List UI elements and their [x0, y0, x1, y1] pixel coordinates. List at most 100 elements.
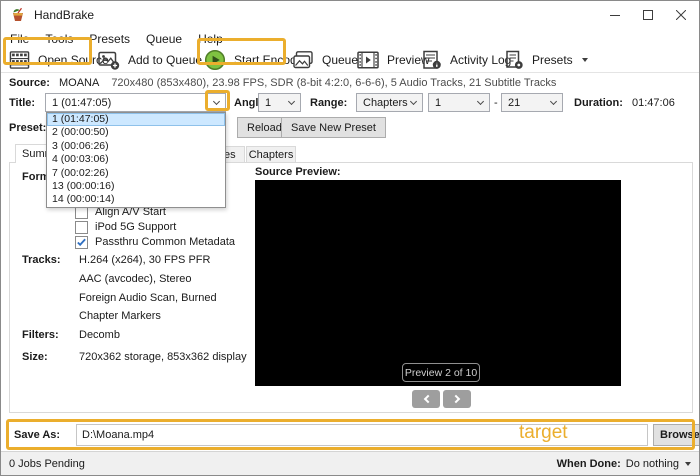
range-to-value: 21: [508, 96, 521, 109]
passthru-metadata-checkbox[interactable]: [75, 235, 88, 249]
chevron-down-icon: [212, 97, 221, 106]
chevron-down-icon: [581, 58, 588, 62]
preview-counter-label: Preview 2 of 10: [404, 366, 478, 379]
save-as-label: Save As:: [14, 429, 61, 441]
range-from-combobox[interactable]: 1: [428, 93, 490, 112]
close-button[interactable]: [664, 1, 697, 29]
save-new-preset-button[interactable]: Save New Preset: [281, 117, 386, 138]
title-dropdown-option[interactable]: 14 (00:00:14): [47, 193, 225, 206]
activity-log-button[interactable]: Activity Log: [422, 48, 511, 72]
when-done-label: When Done:: [556, 457, 621, 470]
range-separator: -: [494, 97, 498, 109]
statusbar: 0 Jobs Pending When Done: Do nothing: [1, 451, 699, 475]
range-to-combobox[interactable]: 21: [501, 93, 563, 112]
title-label: Title:: [9, 97, 36, 109]
track-line: H.264 (x264), 30 FPS PFR: [79, 254, 211, 266]
minimize-button[interactable]: [598, 1, 631, 29]
range-from-value: 1: [435, 96, 442, 109]
chevron-down-icon: [685, 461, 691, 466]
when-done-dropdown[interactable]: When Done: Do nothing: [557, 458, 691, 470]
filters-label: Filters:: [22, 329, 59, 341]
chevron-down-icon: [409, 97, 418, 106]
duration-value: 01:47:06: [632, 97, 675, 109]
checkbox-label: iPod 5G Support: [95, 221, 177, 233]
preview-button[interactable]: Preview: [357, 48, 430, 72]
title-dropdown-option[interactable]: 4 (00:03:06): [47, 153, 225, 166]
queue-button[interactable]: Queue: [292, 48, 358, 72]
film-frame-icon: [357, 51, 379, 69]
source-details: 720x480 (853x480), 23.98 FPS, SDR (8-bit…: [111, 76, 557, 89]
filters-value: Decomb: [79, 329, 120, 341]
title-dropdown-option[interactable]: 3 (00:06:26): [47, 140, 225, 153]
source-preview-label: Source Preview:: [255, 166, 341, 178]
title-dropdown-list: 1 (01:47:05) 2 (00:00:50) 3 (00:06:26) 4…: [46, 112, 226, 208]
when-done-value: Do nothing: [625, 457, 679, 470]
add-to-queue-button[interactable]: Add to Queue: [98, 48, 218, 72]
next-preview-button[interactable]: [443, 390, 471, 408]
source-info-row: Source: MOANA 720x480 (853x480), 23.98 F…: [9, 75, 695, 90]
toolbar: Open Source Add to Queue Start Encode Qu…: [1, 48, 699, 73]
chevron-left-icon: [423, 394, 432, 404]
source-preview-image: Preview 2 of 10: [255, 180, 621, 386]
handbrake-window: HandBrake File Tools Presets Queue Help: [0, 0, 700, 476]
checkbox-label: Passthru Common Metadata: [95, 236, 236, 248]
queue-label: Queue: [322, 53, 359, 67]
range-type-value: Chapters: [363, 96, 408, 109]
tab-chapters[interactable]: Chapters: [246, 146, 296, 163]
title-dropdown-option[interactable]: 1 (01:47:05): [47, 113, 225, 127]
preset-label: Preset:: [9, 122, 47, 134]
track-line: Foreign Audio Scan, Burned: [79, 292, 217, 304]
chevron-down-icon: [549, 97, 558, 106]
close-icon: [675, 10, 686, 20]
tracks-label: Tracks:: [22, 254, 61, 266]
source-name: MOANA: [58, 76, 100, 89]
add-to-queue-label: Add to Queue: [128, 53, 203, 67]
add-to-queue-icon: [98, 51, 120, 70]
title-dropdown-option[interactable]: 13 (00:00:16): [47, 180, 225, 193]
title-dropdown-option[interactable]: 7 (00:02:26): [47, 167, 225, 180]
menu-presets[interactable]: Presets: [81, 32, 138, 46]
checkbox-label: Align A/V Start: [95, 206, 166, 218]
track-line: Chapter Markers: [79, 310, 161, 322]
duration-label: Duration:: [574, 97, 623, 109]
checkbox-row-ipod-5g[interactable]: iPod 5G Support: [75, 220, 176, 234]
activity-log-label: Activity Log: [450, 53, 512, 67]
size-label: Size:: [22, 351, 48, 363]
play-circle-icon: [204, 49, 226, 71]
menu-tools[interactable]: Tools: [37, 32, 81, 46]
check-icon: [77, 238, 86, 246]
handbrake-logo-icon: [10, 7, 26, 23]
save-as-input[interactable]: [76, 424, 648, 446]
maximize-icon: [642, 10, 653, 20]
maximize-button[interactable]: [631, 1, 664, 29]
title-combobox-value: 1 (01:47:05): [52, 96, 112, 109]
presets-button[interactable]: Presets: [504, 48, 588, 72]
menu-file[interactable]: File: [2, 32, 37, 46]
photo-stack-icon: [293, 51, 313, 69]
reload-button-label: Reload: [247, 121, 282, 134]
preview-counter-chip[interactable]: Preview 2 of 10: [402, 363, 480, 382]
log-info-icon: [423, 50, 441, 69]
range-label: Range:: [310, 97, 348, 109]
menu-help[interactable]: Help: [190, 32, 231, 46]
angle-combobox[interactable]: 1: [258, 93, 301, 112]
save-new-preset-label: Save New Preset: [291, 121, 376, 134]
checkbox-row-passthru-metadata[interactable]: Passthru Common Metadata: [75, 235, 235, 249]
jobs-pending-status: 0 Jobs Pending: [9, 457, 85, 470]
title-combobox[interactable]: 1 (01:47:05): [45, 93, 226, 112]
title-dropdown-option[interactable]: 2 (00:00:50): [47, 126, 225, 139]
menu-queue[interactable]: Queue: [138, 32, 190, 46]
open-source-button[interactable]: Open Source: [9, 48, 109, 72]
window-title: HandBrake: [34, 8, 95, 22]
ipod-5g-checkbox[interactable]: [75, 220, 88, 234]
start-encode-button[interactable]: Start Encode: [204, 48, 303, 72]
window-controls: [598, 1, 697, 29]
browse-button[interactable]: Browse: [653, 424, 699, 446]
tab-chapters-label: Chapters: [248, 148, 294, 161]
source-label: Source:: [9, 76, 50, 89]
chevron-down-icon: [476, 97, 485, 106]
menubar: File Tools Presets Queue Help: [1, 29, 699, 48]
range-type-combobox[interactable]: Chapters: [356, 93, 423, 112]
previous-preview-button[interactable]: [412, 390, 440, 408]
track-line: AAC (avcodec), Stereo: [79, 273, 192, 285]
